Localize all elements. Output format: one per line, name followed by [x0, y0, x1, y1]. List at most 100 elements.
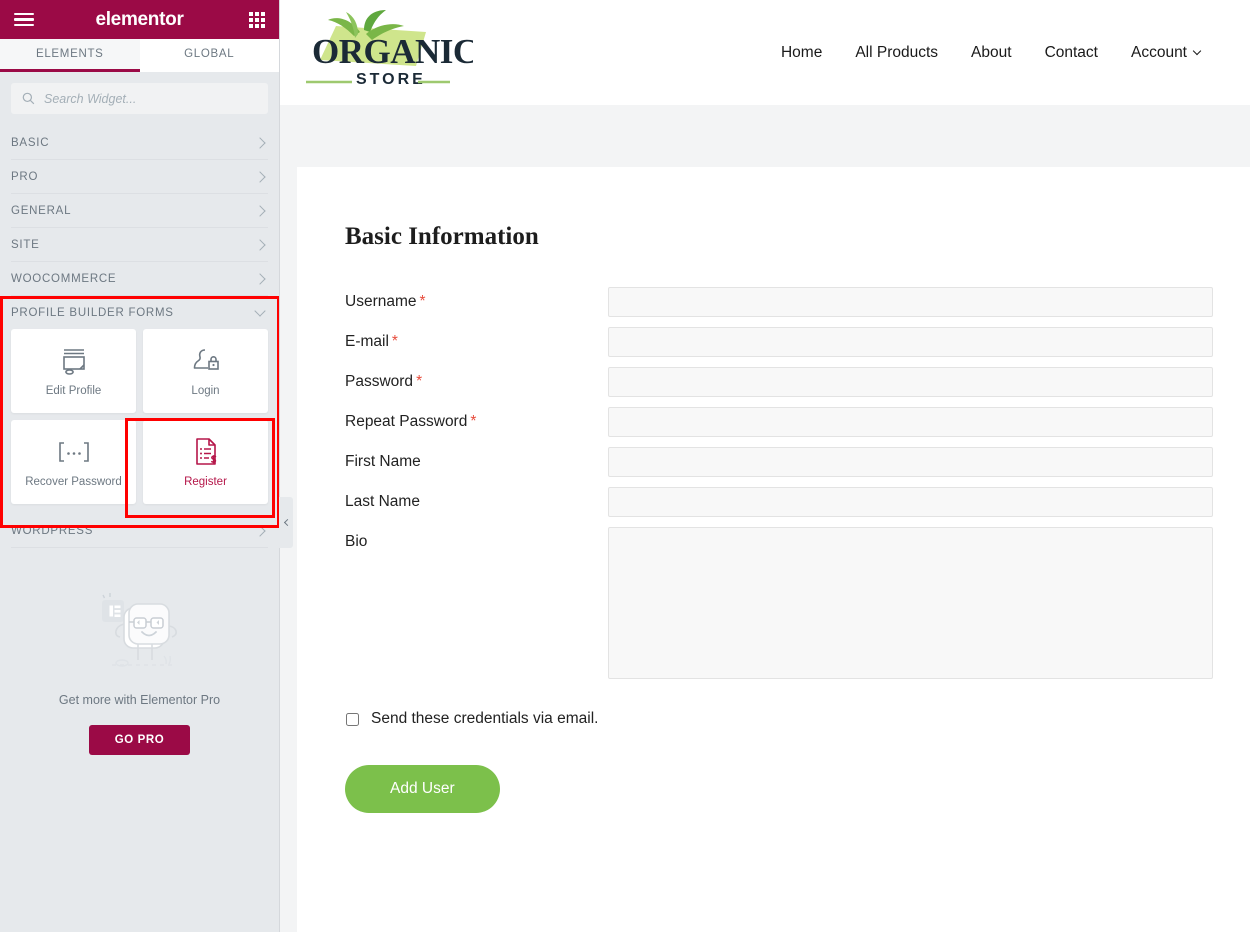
last-name-input[interactable] — [608, 487, 1213, 517]
go-pro-button[interactable]: GO PRO — [88, 725, 191, 755]
monitor-edit-icon — [59, 346, 89, 376]
field-label: Repeat Password * — [345, 407, 608, 432]
field-first-name: First Name — [345, 447, 1213, 477]
organic-leaf-logo: ORGANIC STORE — [306, 10, 478, 88]
category-wordpress-header[interactable]: WORDPRESS — [11, 514, 268, 547]
password-input[interactable] — [608, 367, 1213, 397]
nav-item-all-products[interactable]: All Products — [855, 44, 938, 62]
required-marker: * — [419, 293, 426, 310]
widget-label: Register — [184, 475, 227, 488]
username-input[interactable] — [608, 287, 1213, 317]
form-document-dollar-icon — [192, 437, 220, 467]
tab-global[interactable]: GLOBAL — [139, 39, 279, 72]
search-box[interactable] — [11, 83, 268, 114]
chevron-down-icon — [254, 305, 266, 317]
site-nav: Home All Products About Contact Account — [781, 44, 1206, 62]
send-credentials-row: Send these credentials via email. — [345, 710, 1213, 728]
category-woocommerce[interactable]: WOOCOMMERCE — [0, 262, 279, 296]
category-basic-header[interactable]: BASIC — [11, 126, 268, 159]
widget-label: Login — [191, 384, 220, 397]
nav-item-home[interactable]: Home — [781, 44, 822, 62]
site-logo[interactable]: ORGANIC STORE — [280, 8, 478, 97]
widget-label: Edit Profile — [45, 384, 102, 397]
preview-canvas: ORGANIC STORE Home All Products About Co… — [280, 0, 1250, 932]
search-widget-wrap — [0, 83, 279, 126]
field-label: Username * — [345, 287, 608, 312]
category-site[interactable]: SITE — [0, 228, 279, 262]
widget-register[interactable]: Register — [143, 420, 268, 504]
required-marker: * — [391, 333, 398, 350]
tab-elements[interactable]: ELEMENTS — [0, 39, 140, 72]
chevron-right-icon — [254, 238, 266, 251]
chevron-right-icon — [254, 524, 266, 537]
panel-body: BASIC PRO GENERAL — [0, 72, 279, 932]
category-wordpress[interactable]: WORDPRESS — [0, 514, 279, 548]
panel-header: elementor — [0, 0, 279, 39]
svg-text:STORE: STORE — [356, 71, 426, 88]
nav-item-account[interactable]: Account — [1131, 44, 1202, 62]
first-name-input[interactable] — [608, 447, 1213, 477]
category-label: GENERAL — [11, 204, 72, 217]
label-text: Password — [345, 373, 414, 390]
elementor-mascot-icon — [90, 586, 190, 683]
category-profile-builder-forms-toggle[interactable]: PROFILE BUILDER FORMS — [0, 296, 279, 329]
field-label: E-mail * — [345, 327, 608, 352]
chevron-right-icon — [254, 272, 266, 285]
add-user-button[interactable]: Add User — [345, 765, 500, 813]
field-email: E-mail * — [345, 327, 1213, 357]
nav-item-contact[interactable]: Contact — [1045, 44, 1098, 62]
hamburger-icon[interactable] — [14, 12, 34, 27]
panel-tabs: ELEMENTS GLOBAL — [0, 39, 279, 72]
send-credentials-checkbox[interactable] — [346, 712, 359, 726]
widget-recover-password[interactable]: Recover Password — [11, 420, 136, 504]
label-text: Repeat Password — [345, 413, 468, 430]
chevron-down-icon — [1192, 46, 1202, 56]
grid-apps-icon[interactable] — [249, 11, 265, 28]
widget-grid: Edit Profile Login Recover Password Regi… — [0, 329, 279, 518]
elementor-editor: elementor ELEMENTS GLOBAL Search Widget.… — [0, 0, 1250, 932]
site-header: ORGANIC STORE Home All Products About Co… — [280, 0, 1250, 105]
category-label: WOOCOMMERCE — [11, 272, 117, 285]
required-marker: * — [470, 413, 477, 430]
category-pro-header[interactable]: PRO — [11, 160, 268, 193]
search-input[interactable] — [44, 91, 257, 106]
repeat-password-input[interactable] — [608, 407, 1213, 437]
category-woocommerce-header[interactable]: WOOCOMMERCE — [11, 262, 268, 295]
bio-textarea[interactable] — [608, 527, 1213, 679]
chevron-right-icon — [254, 170, 266, 183]
category-label: PRO — [11, 170, 39, 183]
elementor-logo: elementor — [95, 8, 184, 30]
register-form-section: Basic Information Username * E-mail * Pass… — [297, 167, 1250, 932]
section-spacer — [280, 105, 1250, 167]
category-profile-builder-forms: PROFILE BUILDER FORMS Edit Profile Login… — [0, 296, 279, 528]
panel-collapse-handle[interactable] — [279, 497, 293, 548]
category-basic[interactable]: BASIC — [0, 126, 279, 160]
search-icon — [22, 92, 35, 105]
svg-text:ORGANIC: ORGANIC — [312, 32, 473, 71]
ellipsis-brackets-icon — [56, 437, 92, 467]
promo-text: Get more with Elementor Pro — [58, 693, 221, 707]
field-username: Username * — [345, 287, 1213, 317]
category-site-header[interactable]: SITE — [11, 228, 268, 261]
nav-item-about[interactable]: About — [971, 44, 1012, 62]
category-label: SITE — [11, 238, 40, 251]
chevron-right-icon — [254, 136, 266, 149]
field-label: Password * — [345, 367, 608, 392]
widget-login[interactable]: Login — [143, 329, 268, 413]
send-credentials-label[interactable]: Send these credentials via email. — [371, 710, 598, 728]
email-input[interactable] — [608, 327, 1213, 357]
field-repeat-password: Repeat Password * — [345, 407, 1213, 437]
pro-promo: Get more with Elementor Pro GO PRO — [0, 548, 279, 755]
field-bio: Bio — [345, 527, 1213, 679]
category-general[interactable]: GENERAL — [0, 194, 279, 228]
category-pro[interactable]: PRO — [0, 160, 279, 194]
required-marker: * — [416, 373, 423, 390]
widget-edit-profile[interactable]: Edit Profile — [11, 329, 136, 413]
field-last-name: Last Name — [345, 487, 1213, 517]
field-label: Bio — [345, 533, 368, 550]
label-text: Username — [345, 293, 417, 310]
page-title: Basic Information — [345, 223, 539, 250]
category-general-header[interactable]: GENERAL — [11, 194, 268, 227]
category-label: BASIC — [11, 136, 50, 149]
label-text: E-mail — [345, 333, 389, 350]
